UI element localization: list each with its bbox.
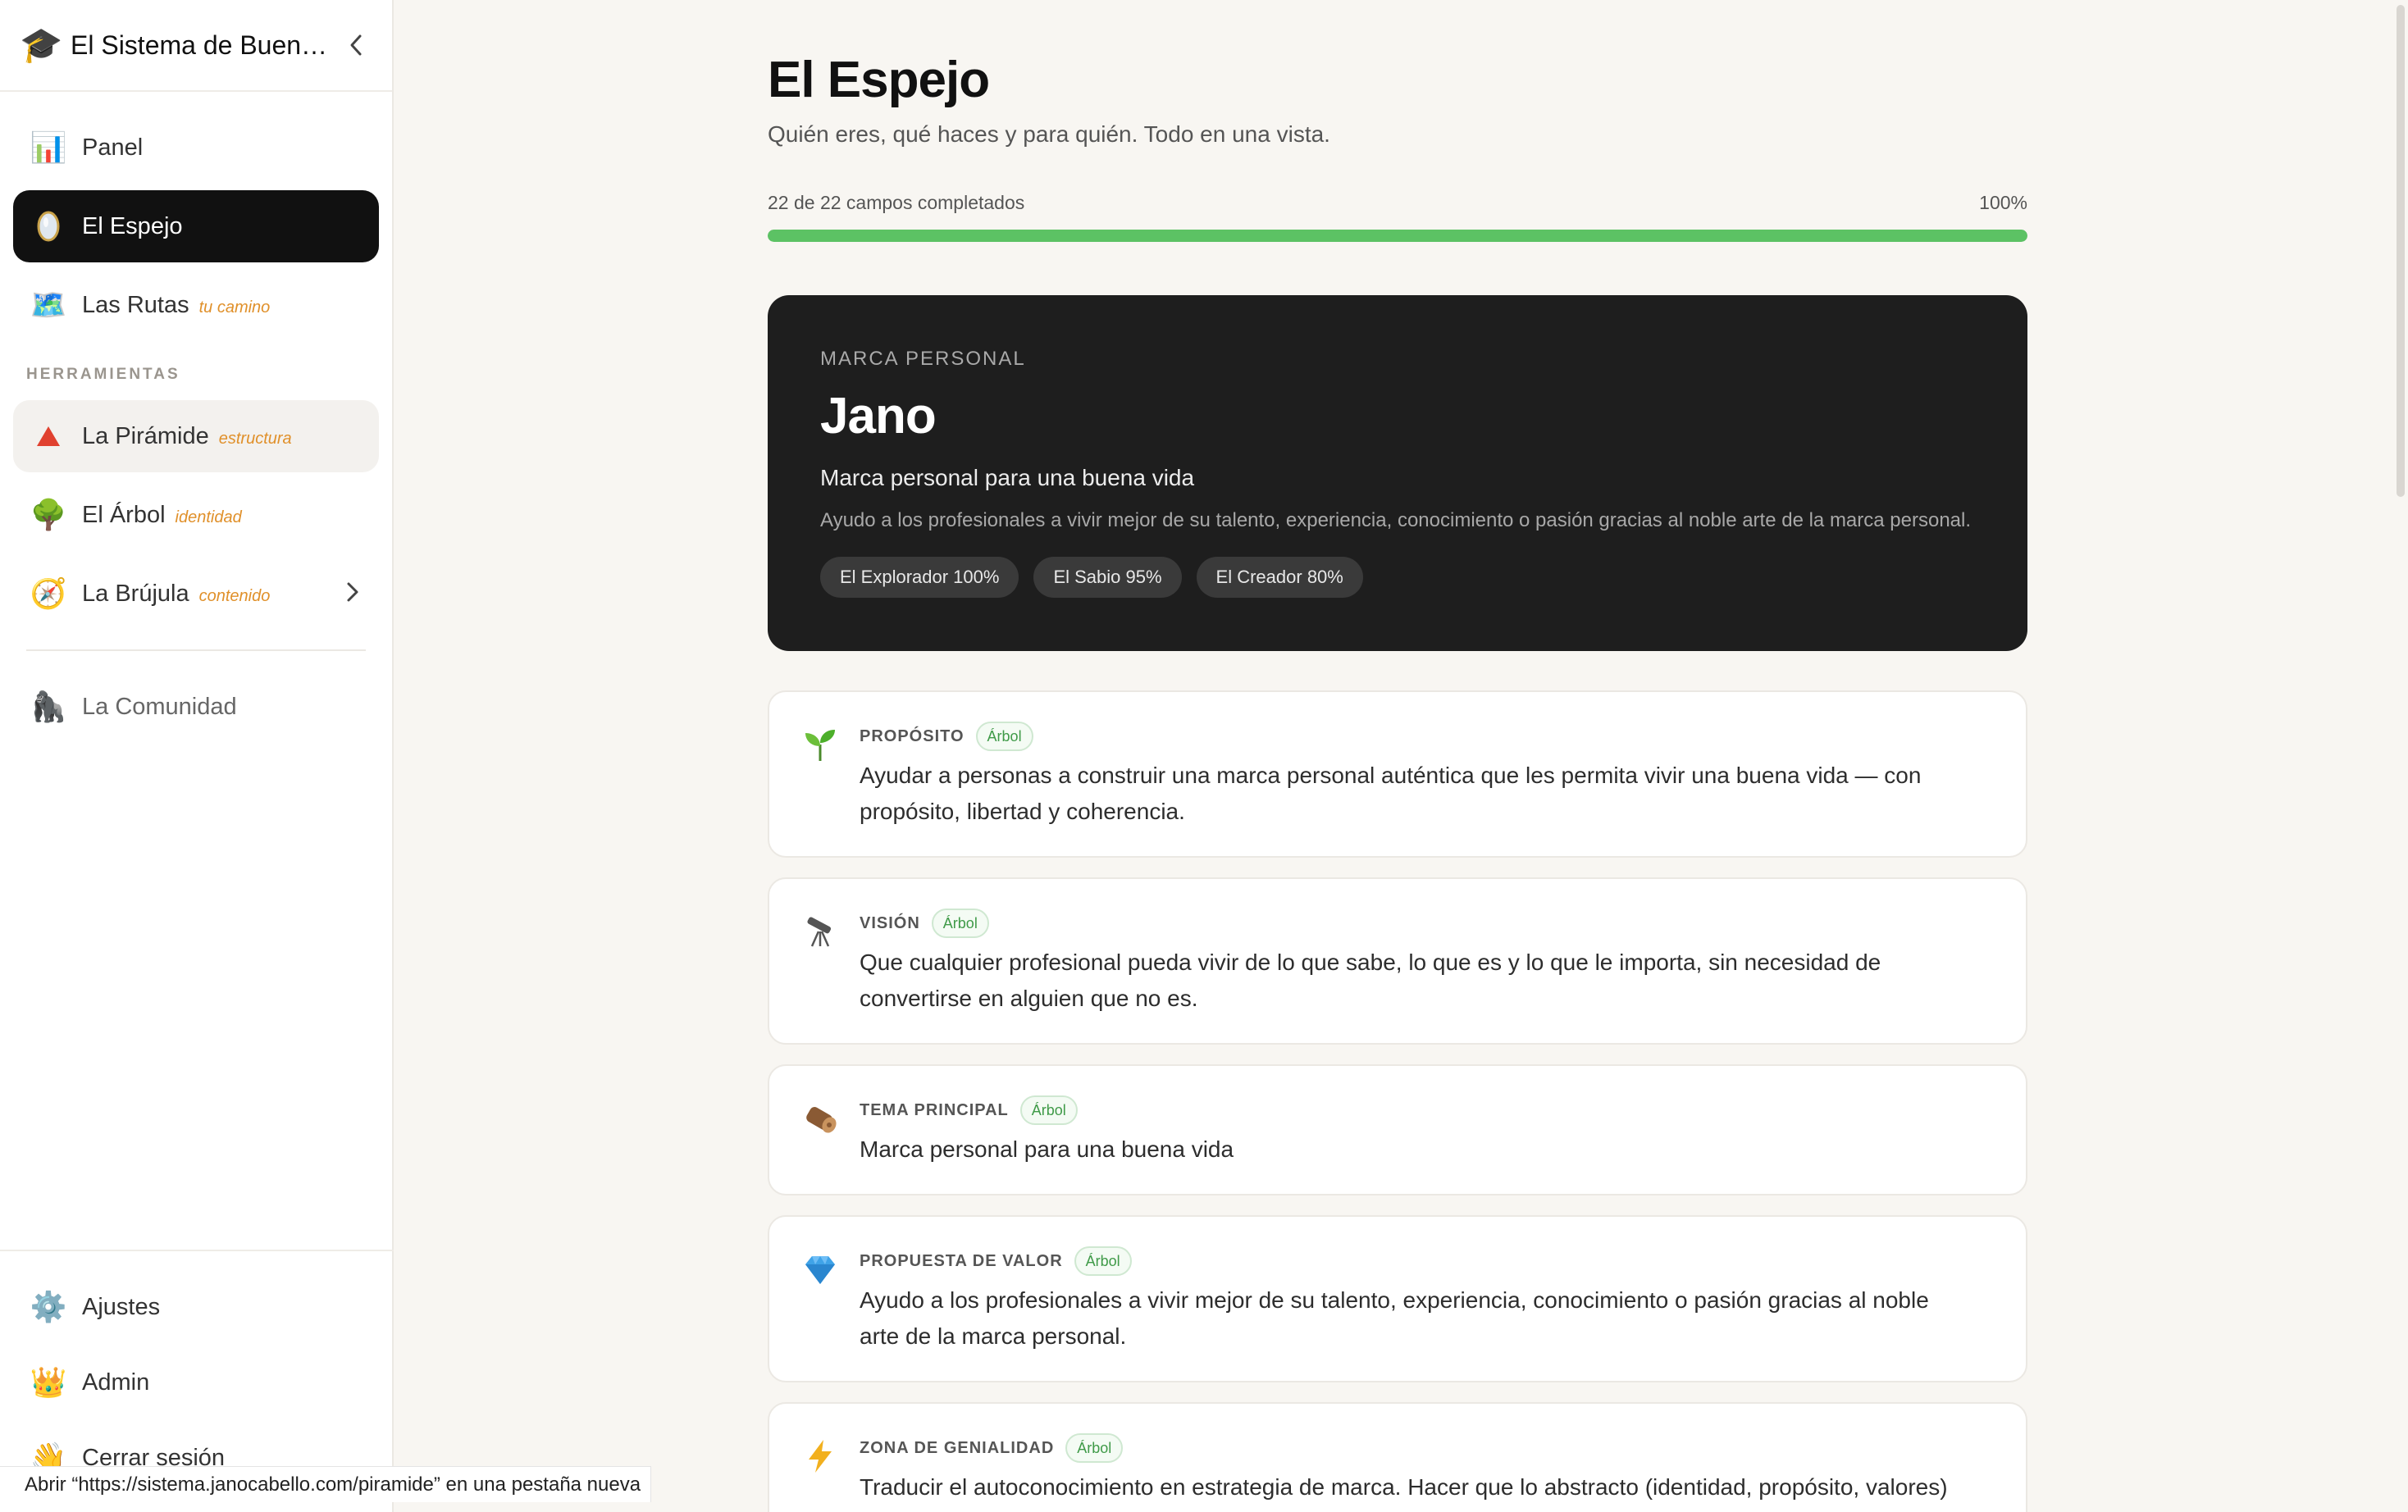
field-title: VISIÓN — [860, 913, 920, 932]
sidebar-item-el-arbol[interactable]: 🌳 El Árbol identidad — [13, 479, 379, 551]
sidebar-item-el-espejo[interactable]: El Espejo — [13, 190, 379, 262]
sidebar-header: 🎓 El Sistema de Buena Vida — [0, 0, 392, 92]
sidebar-item-label: Panel — [82, 134, 144, 161]
sidebar-item-label: El Árbol — [82, 501, 166, 528]
sidebar-item-panel[interactable]: 📊 Panel — [13, 112, 379, 184]
app-title: El Sistema de Buena Vida — [71, 30, 333, 60]
progress-bar-fill — [768, 230, 2027, 242]
sidebar-item-las-rutas[interactable]: 🗺️ Las Rutas tu camino — [13, 269, 379, 341]
sidebar-item-label: La Brújula — [82, 580, 189, 607]
source-badge: Árbol — [931, 909, 989, 938]
field-card-vision: VISIÓN Árbol Que cualquier profesional p… — [768, 877, 2027, 1045]
sidebar-footer-divider — [0, 1250, 394, 1251]
red-triangle-icon — [31, 419, 66, 453]
crown-icon: 👑 — [30, 1365, 67, 1399]
sidebar: 🎓 El Sistema de Buena Vida 📊 Panel El Es… — [0, 0, 394, 1512]
scrollbar-thumb[interactable] — [2397, 5, 2405, 497]
archetype-chips: El Explorador 100% El Sabio 95% El Cread… — [820, 557, 1975, 598]
sidebar-item-la-piramide[interactable]: La Pirámide estructura — [13, 400, 379, 472]
source-badge: Árbol — [1019, 1095, 1078, 1125]
link-status-bar: Abrir “https://sistema.janocabello.com/p… — [0, 1466, 652, 1502]
field-title: PROPÓSITO — [860, 726, 965, 745]
sidebar-item-tag: identidad — [175, 508, 242, 526]
field-text: Ayudar a personas a construir una marca … — [860, 763, 1922, 824]
tree-icon: 🌳 — [30, 498, 67, 531]
archetype-chip: El Creador 80% — [1196, 557, 1363, 598]
field-text: Traducir el autoconocimiento en estrateg… — [860, 1474, 1948, 1500]
seedling-icon — [800, 725, 840, 764]
field-title: PROPUESTA DE VALOR — [860, 1251, 1063, 1270]
sidebar-item-label: Admin — [82, 1369, 150, 1396]
brand-name: Jano — [820, 388, 937, 444]
mirror-icon — [31, 209, 66, 244]
source-badge: Árbol — [975, 722, 1033, 751]
gorilla-icon: 🦍 — [30, 690, 67, 723]
sidebar-item-label: El Espejo — [82, 212, 183, 239]
source-badge: Árbol — [1065, 1433, 1124, 1463]
page-subtitle: Quién eres, qué haces y para quién. Todo… — [768, 121, 1330, 147]
brand-tagline: Marca personal para una buena vida — [820, 465, 1195, 490]
section-label-herramientas: HERRAMIENTAS — [26, 366, 180, 383]
gem-icon — [800, 1250, 840, 1289]
field-card-proposito: PROPÓSITO Árbol Ayudar a personas a cons… — [768, 690, 2027, 858]
brand-card: MARCA PERSONAL Jano Marca personal para … — [768, 295, 2027, 651]
sidebar-item-label: Las Rutas — [82, 291, 189, 318]
progress-bar — [768, 230, 2027, 242]
field-title: ZONA DE GENIALIDAD — [860, 1438, 1055, 1457]
chevron-left-icon — [350, 34, 362, 56]
telescope-icon — [800, 912, 840, 951]
brand-description: Ayudo a los profesionales a vivir mejor … — [820, 509, 1972, 531]
sidebar-item-la-brujula[interactable]: 🧭 La Brújula contenido — [13, 558, 379, 630]
field-card-zona-de-genialidad: ZONA DE GENIALIDAD Árbol Traducir el aut… — [768, 1402, 2027, 1512]
sidebar-item-admin[interactable]: 👑 Admin — [13, 1346, 379, 1419]
archetype-chip: El Explorador 100% — [820, 557, 1019, 598]
map-icon: 🗺️ — [30, 288, 67, 321]
field-text: Ayudo a los profesionales a vivir mejor … — [860, 1287, 1929, 1349]
sidebar-item-label: Ajustes — [82, 1293, 161, 1320]
field-card-tema-principal: TEMA PRINCIPAL Árbol Marca personal para… — [768, 1064, 2027, 1195]
collapse-sidebar-button[interactable] — [340, 29, 372, 61]
progress-percent: 100% — [1979, 192, 2027, 213]
sidebar-item-tag: contenido — [198, 586, 271, 605]
field-text: Marca personal para una buena vida — [860, 1136, 1234, 1162]
field-title: TEMA PRINCIPAL — [860, 1100, 1009, 1119]
sidebar-item-ajustes[interactable]: ⚙️ Ajustes — [13, 1271, 379, 1343]
bar-chart-icon: 📊 — [30, 130, 67, 164]
sidebar-item-label: La Pirámide — [82, 422, 209, 449]
progress-label: 22 de 22 campos completados — [768, 192, 1025, 213]
chevron-right-icon[interactable] — [346, 581, 359, 607]
source-badge: Árbol — [1074, 1246, 1132, 1276]
sidebar-item-tag: tu camino — [198, 298, 271, 317]
brand-eyebrow: MARCA PERSONAL — [820, 348, 1026, 370]
graduation-cap-icon: 🎓 — [20, 25, 63, 64]
archetype-chip: El Sabio 95% — [1033, 557, 1182, 598]
compass-icon: 🧭 — [30, 576, 67, 610]
field-card-propuesta-de-valor: PROPUESTA DE VALOR Árbol Ayudo a los pro… — [768, 1215, 2027, 1382]
sidebar-divider — [26, 649, 366, 651]
gear-icon: ⚙️ — [30, 1290, 67, 1323]
sidebar-item-label: La Comunidad — [82, 693, 237, 720]
lightning-icon — [800, 1437, 840, 1476]
sidebar-item-tag: estructura — [218, 429, 292, 448]
page-title: El Espejo — [768, 52, 990, 108]
log-icon — [800, 1099, 840, 1138]
field-text: Que cualquier profesional pueda vivir de… — [860, 950, 1881, 1011]
sidebar-item-la-comunidad[interactable]: 🦍 La Comunidad — [13, 671, 379, 743]
